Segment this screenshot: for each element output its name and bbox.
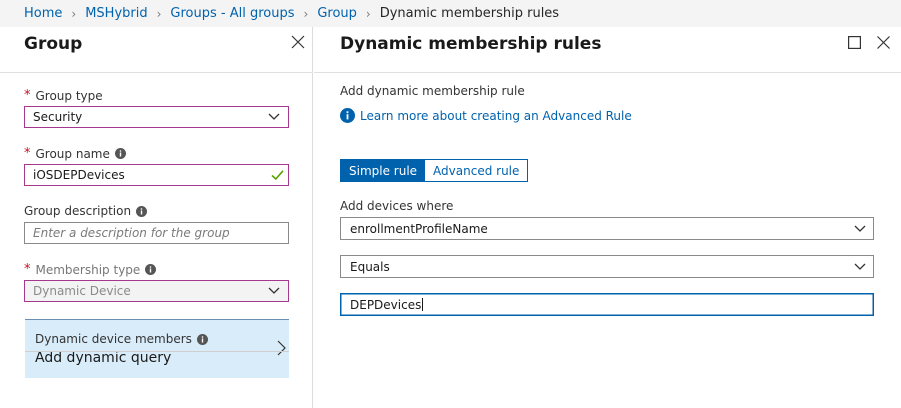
membership-type-label-text: Membership type: [35, 262, 141, 277]
chevron-down-icon: [268, 113, 280, 120]
property-select[interactable]: enrollmentProfileName: [340, 217, 874, 240]
info-icon[interactable]: [196, 333, 208, 345]
group-description-placeholder: Enter a description for the group: [33, 226, 230, 240]
breadcrumb-group[interactable]: Group: [317, 6, 357, 21]
chevron-down-icon: [854, 263, 866, 270]
group-type-value: Security: [33, 110, 83, 124]
info-icon[interactable]: [114, 148, 126, 159]
tab-simple-rule[interactable]: Simple rule: [341, 160, 426, 181]
close-icon[interactable]: [290, 34, 306, 50]
required-marker: *: [24, 146, 31, 161]
learn-more-link[interactable]: Learn more about creating an Advanced Ru…: [340, 108, 632, 123]
info-circle-icon: [340, 108, 355, 123]
chevron-right-icon: ›: [71, 6, 77, 21]
chevron-right-icon: ›: [156, 6, 162, 21]
chevron-down-icon: [854, 225, 866, 232]
operator-select[interactable]: Equals: [340, 255, 874, 278]
membership-type-select[interactable]: Dynamic Device: [24, 280, 289, 302]
breadcrumb-groups[interactable]: Groups - All groups: [170, 6, 294, 21]
dynamic-members-label: Dynamic device members: [35, 332, 208, 346]
close-icon[interactable]: [876, 35, 891, 50]
rule-value-text: DEPDevices: [350, 297, 422, 312]
group-name-value: iOSDEPDevices: [33, 168, 125, 182]
breadcrumb-current: Dynamic membership rules: [379, 6, 560, 21]
info-icon[interactable]: [136, 205, 148, 217]
group-description-input[interactable]: Enter a description for the group: [24, 222, 289, 244]
header-divider: [314, 72, 901, 73]
checkmark-icon: [271, 170, 284, 181]
dynamic-rules-blade: Dynamic membership rules Add dynamic mem…: [314, 27, 901, 408]
required-marker: *: [24, 88, 31, 103]
operator-value: Equals: [350, 259, 390, 274]
group-type-select[interactable]: Security: [24, 106, 289, 128]
info-icon[interactable]: [145, 264, 157, 275]
learn-more-text: Learn more about creating an Advanced Ru…: [360, 108, 632, 123]
tile-divider: [25, 351, 289, 352]
header-divider: [0, 72, 313, 73]
group-blade: Group * Group type Security * Group name…: [0, 27, 313, 408]
add-devices-label: Add devices where: [340, 199, 454, 213]
group-type-label: * Group type: [24, 88, 103, 103]
maximize-icon[interactable]: [848, 36, 861, 49]
chevron-right-icon: ›: [365, 6, 371, 21]
property-value: enrollmentProfileName: [350, 221, 488, 236]
group-name-label-text: Group name: [35, 146, 110, 161]
chevron-down-icon: [268, 287, 280, 294]
add-dynamic-query: Add dynamic query: [35, 350, 172, 366]
group-description-label: Group description: [24, 204, 148, 218]
blade-title: Dynamic membership rules: [340, 34, 602, 54]
breadcrumb-home[interactable]: Home: [24, 6, 62, 21]
tab-advanced-rule[interactable]: Advanced rule: [425, 160, 528, 181]
dynamic-members-tile[interactable]: Dynamic device members Add dynamic query: [25, 319, 289, 378]
group-name-input[interactable]: iOSDEPDevices: [24, 164, 289, 186]
dynamic-members-label-text: Dynamic device members: [35, 332, 192, 346]
chevron-right-icon: ›: [303, 6, 309, 21]
group-type-label-text: Group type: [35, 88, 103, 103]
rule-mode-toggle: Simple rule Advanced rule: [340, 159, 529, 182]
rule-value-input[interactable]: DEPDevices: [340, 293, 874, 316]
group-name-label: * Group name: [24, 146, 126, 161]
text-caret: [422, 298, 424, 311]
blade-title: Group: [24, 34, 83, 54]
required-marker: *: [24, 262, 31, 277]
chevron-right-icon: [277, 340, 286, 356]
group-description-label-text: Group description: [24, 204, 132, 218]
rule-subtitle: Add dynamic membership rule: [340, 84, 525, 98]
breadcrumb: Home › MSHybrid › Groups - All groups › …: [0, 0, 901, 27]
membership-type-label: * Membership type: [24, 262, 157, 277]
breadcrumb-mshybrid[interactable]: MSHybrid: [85, 6, 147, 21]
membership-type-value: Dynamic Device: [33, 284, 131, 298]
